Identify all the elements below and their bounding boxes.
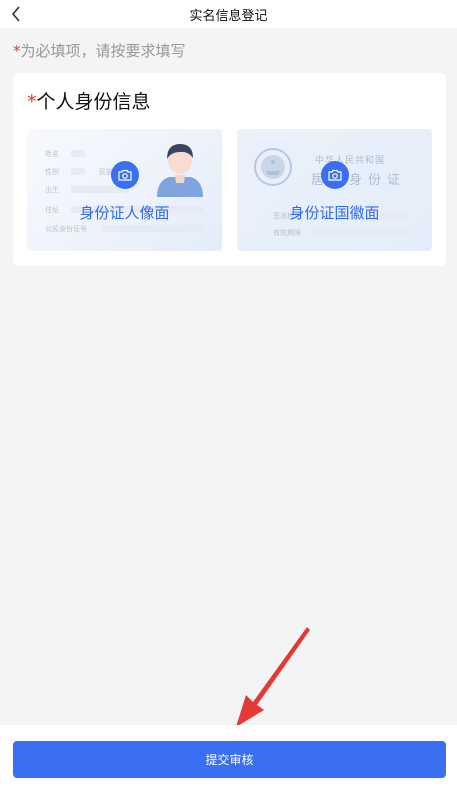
required-hint: *为必填项，请按要求填写 [13, 40, 186, 61]
ghost-field-label: 姓名 [45, 150, 59, 158]
page-title: 实名信息登记 [189, 8, 268, 24]
camera-button[interactable] [321, 161, 349, 189]
id-front-label: 身份证人像面 [79, 204, 170, 222]
id-back-label: 身份证国徽面 [289, 204, 380, 222]
ghost-field-bar [71, 150, 85, 157]
nav-bar: 实名信息登记 [0, 0, 457, 28]
portrait-silhouette [157, 144, 203, 197]
chevron-left-icon [11, 6, 20, 22]
required-star: * [13, 42, 21, 60]
hint-text: 为必填项，请按要求填写 [20, 42, 186, 60]
ghost-field-label: 性别 [45, 168, 59, 176]
id-back-upload[interactable]: 中华人民共和国 居民身份证 签发机关 有效期限 身份证国徽面 [237, 129, 432, 251]
camera-button[interactable] [111, 161, 139, 189]
ghost-field-label: 公民身份证号 [45, 225, 87, 233]
ghost-field-bar [101, 225, 205, 232]
ghost-field-label: 有效期限 [273, 229, 301, 237]
camera-icon [118, 169, 132, 181]
section-title-text: 个人身份信息 [36, 91, 151, 113]
submit-button[interactable]: 提交审核 [13, 741, 446, 778]
ghost-field-bar [71, 168, 85, 175]
identity-card-section: *个人身份信息 姓名 性别 民族 出生 住址 公民身份证号 身份证人像面 中华人… [13, 73, 446, 266]
id-front-upload[interactable]: 姓名 性别 民族 出生 住址 公民身份证号 身份证人像面 [27, 129, 222, 251]
section-title: *个人身份信息 [27, 87, 151, 114]
camera-icon [328, 169, 342, 181]
required-star: * [27, 91, 37, 113]
ghost-field-label: 出生 [45, 186, 59, 194]
back-button[interactable] [4, 0, 28, 28]
national-emblem-icon [254, 148, 292, 186]
ghost-field-bar [313, 229, 407, 236]
